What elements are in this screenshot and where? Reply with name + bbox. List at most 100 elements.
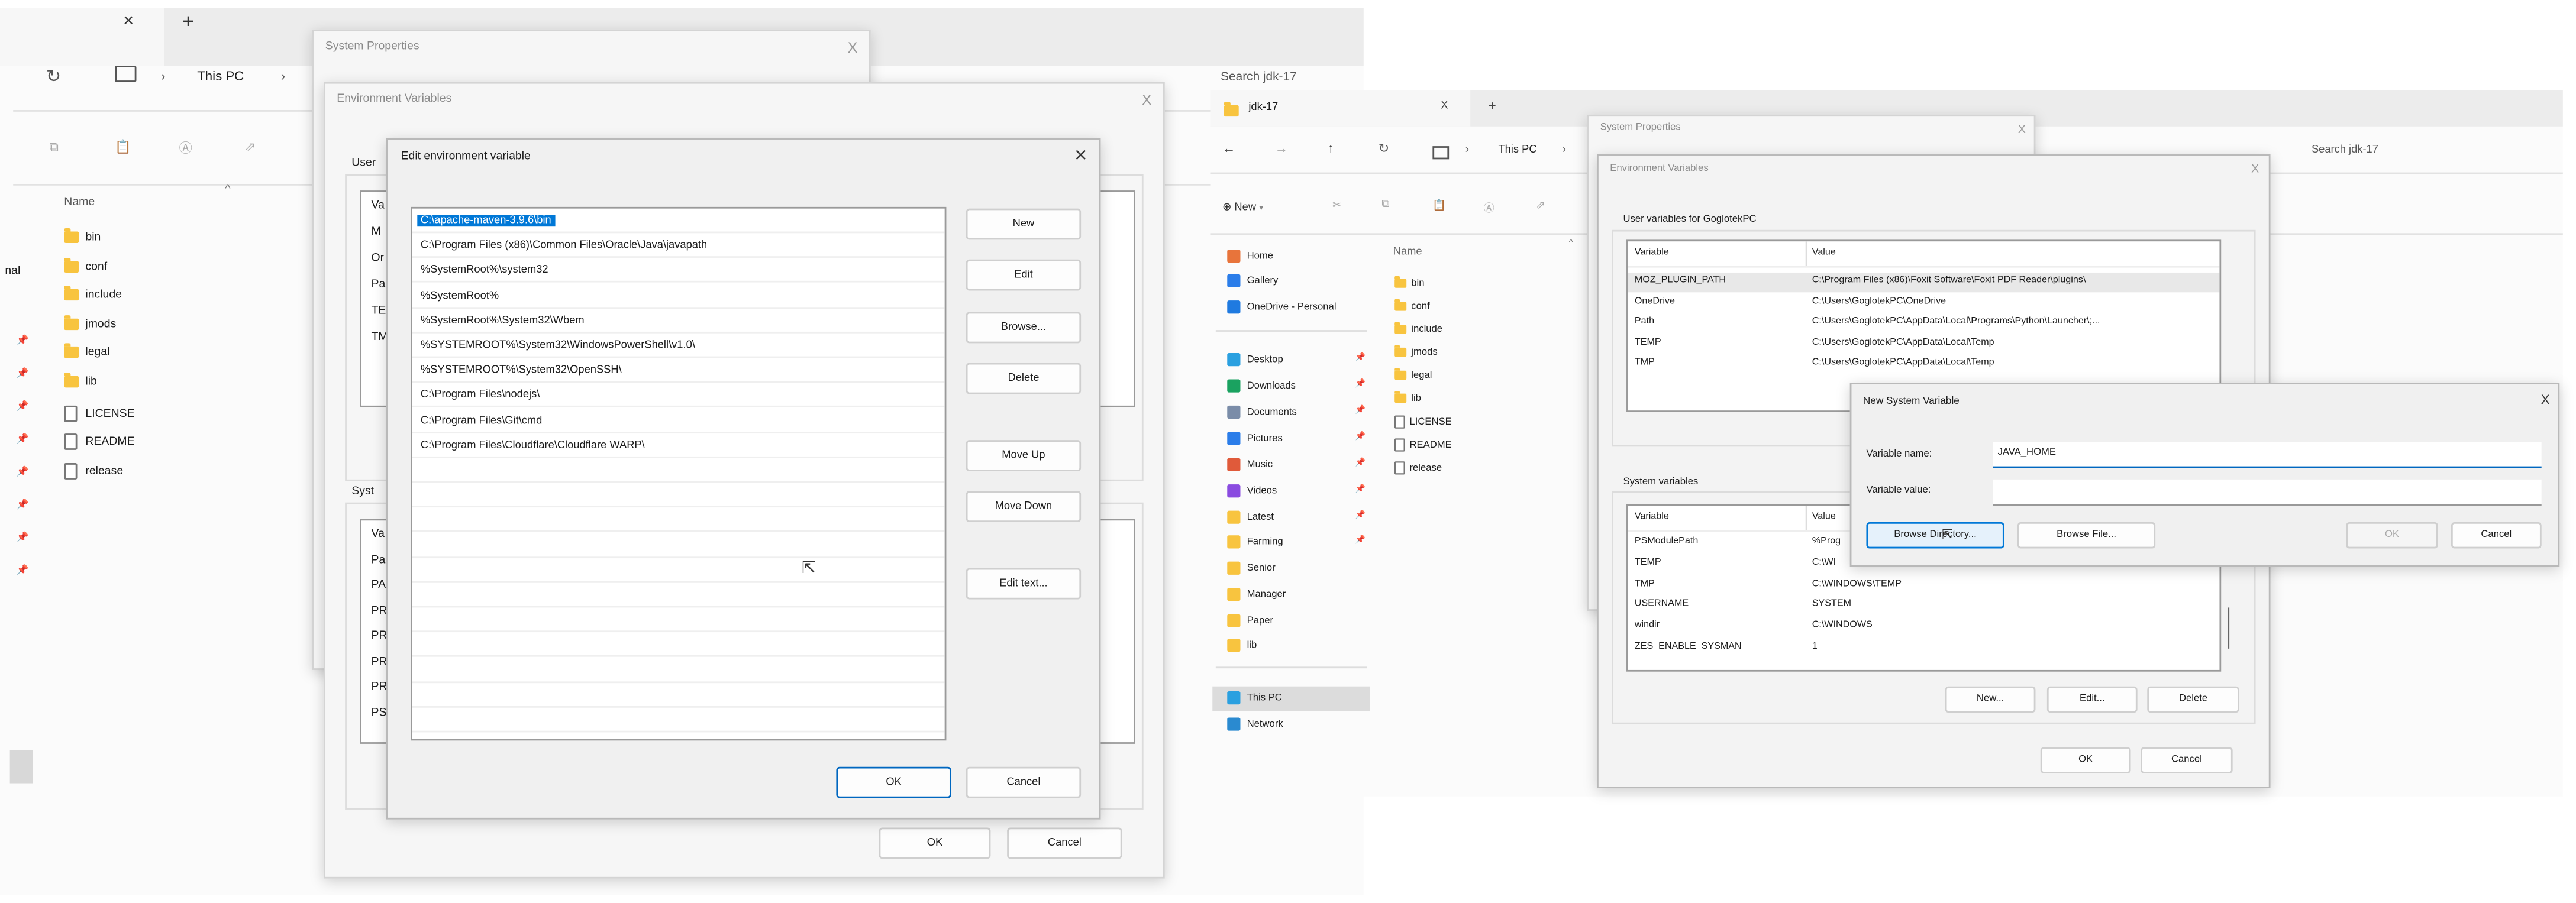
variable-name[interactable]: TEMP [1635,338,1661,348]
file-item[interactable]: jmods [1393,344,1438,358]
back-button[interactable]: ← [1222,141,1235,156]
file-item[interactable]: lib [1393,390,1421,403]
sort-caret-icon[interactable]: ^ [1569,238,1573,248]
variable-name[interactable]: ZES_ENABLE_SYSMAN [1635,642,1742,652]
nav-item-documents[interactable]: Documents [1227,405,1297,419]
variable-name[interactable]: OneDrive [1635,296,1675,306]
path-entry-row[interactable]: %SystemRoot%\system32 [412,258,945,283]
system-variable-row[interactable]: PR [372,656,388,667]
tab-close-button[interactable]: × [123,11,134,31]
column-header-value[interactable]: Value [1812,248,1836,258]
browse-file-button[interactable]: Browse File... [2017,522,2156,549]
file-item[interactable]: release [64,462,123,480]
variable-value[interactable]: C:\Users\GoglotekPC\AppData\Local\Temp [1812,338,1994,348]
file-item[interactable]: bin [1393,276,1425,289]
new-variable-button[interactable]: New... [1945,686,2036,713]
path-entry-row[interactable]: %SystemRoot%\System32\Wbem [412,308,945,334]
rename-icon[interactable]: Ⓐ [179,140,192,158]
variable-value[interactable]: C:\WINDOWS\TEMP [1812,579,1902,589]
path-entry-row[interactable] [412,508,945,533]
nav-item-music[interactable]: Music [1227,458,1273,471]
delete-button[interactable]: Delete [966,363,1082,394]
move-down-button[interactable]: Move Down [966,491,1082,523]
user-variable-row[interactable]: M [372,226,381,238]
path-entry-row[interactable]: C:\Program Files\Git\cmd [412,408,945,433]
path-entry-row[interactable] [412,708,945,733]
file-item[interactable]: include [64,286,122,302]
sort-caret-icon[interactable]: ^ [225,184,230,195]
path-entry-row[interactable]: %SystemRoot% [412,283,945,308]
delete-variable-button[interactable]: Delete [2147,686,2239,713]
refresh-button[interactable]: ↻ [1379,141,1390,156]
variable-value[interactable]: C:\WI [1812,558,1836,568]
file-item[interactable]: lib [64,373,97,388]
variable-value[interactable]: %Prog [1812,537,1841,547]
share-icon[interactable]: ⇗ [1536,199,1545,212]
nav-item-paper[interactable]: Paper [1227,614,1273,627]
nav-item-downloads[interactable]: Downloads [1227,379,1296,393]
variable-name[interactable]: windir [1635,621,1660,631]
active-tab[interactable] [0,8,164,66]
ok-button[interactable]: OK [879,827,991,859]
ok-button[interactable]: OK [836,766,951,798]
file-item[interactable]: README [64,433,135,451]
variable-name[interactable]: TEMP [1635,558,1661,568]
path-entry-row[interactable]: C:\apache-maven-3.9.6\bin [412,209,945,234]
file-item[interactable]: include [1393,321,1442,335]
system-variable-row[interactable]: Pa [372,554,386,565]
file-item[interactable]: release [1393,460,1442,477]
nav-item-manager[interactable]: Manager [1227,588,1286,601]
browse-directory-button[interactable]: Browse Directory... [1866,522,2004,549]
close-button[interactable]: X [2018,123,2026,138]
close-button[interactable]: X [1142,93,1152,108]
ok-button[interactable]: OK [2040,747,2131,773]
edit-button[interactable]: Edit [966,259,1082,291]
nav-selected-item[interactable] [9,750,33,784]
file-item[interactable]: LICENSE [64,404,135,422]
nav-pane-partial-label[interactable]: nal [5,266,20,277]
system-variable-row[interactable]: PR [372,681,388,692]
path-entry-row[interactable] [412,658,945,683]
scrollbar[interactable] [2228,607,2230,649]
cancel-button[interactable]: Cancel [2141,747,2233,773]
path-entry-row[interactable] [412,608,945,633]
close-button[interactable]: ✕ [1074,148,1087,165]
system-variable-row[interactable]: PR [372,630,388,642]
cancel-button[interactable]: Cancel [1007,827,1122,859]
nav-item-senior[interactable]: Senior [1227,561,1276,575]
column-header-value[interactable]: Value [1812,512,1836,522]
variable-name[interactable]: MOZ_PLUGIN_PATH [1635,276,1726,286]
system-variable-row[interactable]: PA [372,580,386,591]
system-variable-row[interactable]: PR [372,605,388,616]
path-entry-row[interactable] [412,583,945,608]
variable-name[interactable]: TMP [1635,579,1655,589]
path-entry-row[interactable] [412,483,945,508]
column-header-variable[interactable]: Variable [1635,248,1669,258]
cancel-button[interactable]: Cancel [2451,522,2542,549]
tab-title[interactable]: jdk-17 [1248,102,1278,113]
copy-icon[interactable]: ⧉ [49,140,59,156]
nav-item-network[interactable]: Network [1227,717,1283,731]
forward-button[interactable]: → [1275,141,1288,156]
paste-icon[interactable]: 📋 [115,140,131,154]
system-variable-row[interactable]: Va [372,529,385,540]
move-up-button[interactable]: Move Up [966,440,1082,471]
column-header-name[interactable]: Name [1393,247,1422,258]
nav-item-farming[interactable]: Farming [1227,535,1283,549]
variable-value[interactable]: C:\WINDOWS [1812,621,1873,631]
browse-button[interactable]: Browse... [966,312,1082,344]
edit-text-button[interactable]: Edit text... [966,568,1082,600]
variable-value[interactable]: C:\Program Files (x86)\Foxit Software\Fo… [1812,276,2086,286]
this-pc-icon[interactable] [1432,146,1450,160]
close-button[interactable]: X [848,40,858,56]
path-entry-row[interactable]: C:\Program Files (x86)\Common Files\Orac… [412,234,945,258]
nav-item-gallery[interactable]: Gallery [1227,274,1278,287]
file-item[interactable]: legal [1393,367,1432,380]
close-button[interactable]: X [2251,163,2259,177]
variable-name[interactable]: TMP [1635,358,1655,368]
user-variable-row[interactable]: TM [372,332,388,343]
column-header-variable[interactable]: Variable [1635,512,1669,522]
variable-value-input[interactable] [1993,479,2542,506]
new-button[interactable]: ⊕ New ▾ [1222,200,1263,213]
user-variable-row[interactable]: Va [372,200,385,212]
